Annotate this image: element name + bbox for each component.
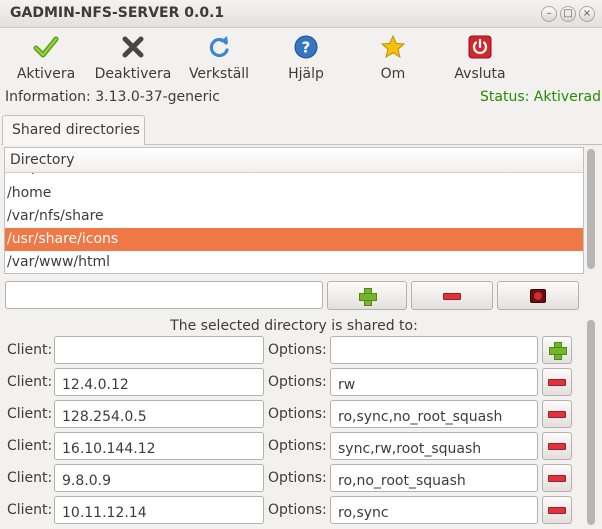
client-input[interactable]	[54, 368, 264, 396]
maximize-button[interactable]: □	[560, 6, 576, 22]
options-input[interactable]	[330, 368, 538, 396]
deactivate-label: Deaktivera	[94, 66, 172, 82]
client-row: Client: Options:	[0, 400, 590, 428]
quit-label: Avsluta	[454, 66, 506, 82]
client-row: Client: Options:	[0, 336, 590, 364]
window-title: GADMIN-NFS-SERVER 0.0.1	[10, 5, 225, 21]
minus-icon	[548, 507, 566, 514]
remove-client-button[interactable]	[542, 400, 572, 428]
activate-label: Aktivera	[16, 66, 76, 82]
remove-directory-button[interactable]	[411, 281, 493, 310]
client-row: Client: Options:	[0, 368, 590, 396]
directory-row[interactable]: /var/www/html	[5, 251, 583, 273]
client-input[interactable]	[54, 336, 264, 364]
options-input[interactable]	[330, 496, 538, 524]
client-input[interactable]	[54, 432, 264, 460]
apply-label: Verkställ	[188, 66, 250, 82]
options-label: Options:	[268, 470, 327, 486]
shared-to-heading: The selected directory is shared to:	[170, 318, 418, 334]
help-button[interactable]: ? Hjälp	[286, 30, 326, 86]
client-label: Client:	[7, 342, 53, 358]
help-label: Hjälp	[288, 66, 324, 82]
deactivate-button[interactable]: Deaktivera	[94, 30, 172, 86]
directory-list[interactable]: /tmp Directory /home /var/nfs/share /usr…	[4, 147, 584, 274]
client-label: Client:	[7, 406, 53, 422]
client-label: Client:	[7, 502, 53, 518]
plus-icon	[549, 342, 567, 360]
refresh-icon	[209, 36, 229, 58]
minus-icon	[548, 475, 566, 482]
options-input[interactable]	[330, 464, 538, 492]
svg-text:?: ?	[302, 39, 311, 57]
client-row: Client: Options:	[0, 464, 590, 492]
directory-row[interactable]: /home	[5, 182, 583, 205]
options-input[interactable]	[330, 336, 538, 364]
star-icon	[380, 34, 406, 59]
tab-shared-directories[interactable]: Shared directories	[2, 115, 145, 145]
client-input[interactable]	[54, 400, 264, 428]
directory-row[interactable]: /var/nfs/share	[5, 205, 583, 228]
quit-button[interactable]: Avsluta	[453, 30, 507, 86]
about-label: Om	[380, 66, 406, 82]
close-button[interactable]: ×	[579, 6, 595, 22]
activate-button[interactable]: Aktivera	[17, 30, 75, 86]
power-icon	[468, 35, 492, 59]
client-row: Client: Options:	[0, 496, 590, 524]
client-label: Client:	[7, 470, 53, 486]
clients-scrollbar[interactable]	[586, 318, 596, 529]
remove-client-button[interactable]	[542, 432, 572, 460]
options-label: Options:	[268, 374, 327, 390]
add-client-button[interactable]	[542, 336, 572, 364]
remove-client-button[interactable]	[542, 464, 572, 492]
title-bar[interactable]: GADMIN-NFS-SERVER 0.0.1 – □ ×	[0, 0, 602, 28]
plus-icon	[359, 287, 377, 306]
minus-icon	[548, 379, 566, 386]
client-input[interactable]	[54, 496, 264, 524]
clients-scrollbar-thumb[interactable]	[587, 320, 595, 525]
options-input[interactable]	[330, 400, 538, 428]
toolbar: Aktivera Deaktivera Verkställ ? Hjälp Om	[0, 30, 602, 86]
options-input[interactable]	[330, 432, 538, 460]
options-label: Options:	[268, 406, 327, 422]
client-row: Client: Options:	[0, 432, 590, 460]
directory-scrollbar[interactable]	[586, 147, 596, 274]
client-label: Client:	[7, 374, 53, 390]
directory-scrollbar-thumb[interactable]	[587, 149, 595, 269]
client-input[interactable]	[54, 464, 264, 492]
add-directory-button[interactable]	[327, 281, 407, 310]
new-directory-input[interactable]	[5, 281, 323, 309]
about-button[interactable]: Om	[376, 30, 410, 86]
check-icon	[33, 36, 59, 58]
minimize-button[interactable]: –	[541, 6, 557, 22]
options-label: Options:	[268, 342, 327, 358]
options-label: Options:	[268, 438, 327, 454]
x-icon	[122, 36, 144, 58]
remove-client-button[interactable]	[542, 496, 572, 524]
help-icon: ?	[294, 35, 318, 59]
stop-icon	[530, 288, 546, 303]
info-text: Information: 3.13.0-37-generic	[5, 89, 220, 105]
apply-button[interactable]: Verkställ	[187, 30, 251, 86]
minus-icon	[548, 443, 566, 450]
client-label: Client:	[7, 438, 53, 454]
directory-column-header[interactable]: Directory	[5, 148, 583, 173]
options-label: Options:	[268, 502, 327, 518]
stop-button[interactable]	[497, 281, 579, 310]
remove-client-button[interactable]	[542, 368, 572, 396]
status-text: Status: Aktiverad	[480, 89, 601, 105]
minus-icon	[443, 292, 461, 300]
minus-icon	[548, 411, 566, 418]
directory-row-selected[interactable]: /usr/share/icons	[5, 228, 583, 251]
